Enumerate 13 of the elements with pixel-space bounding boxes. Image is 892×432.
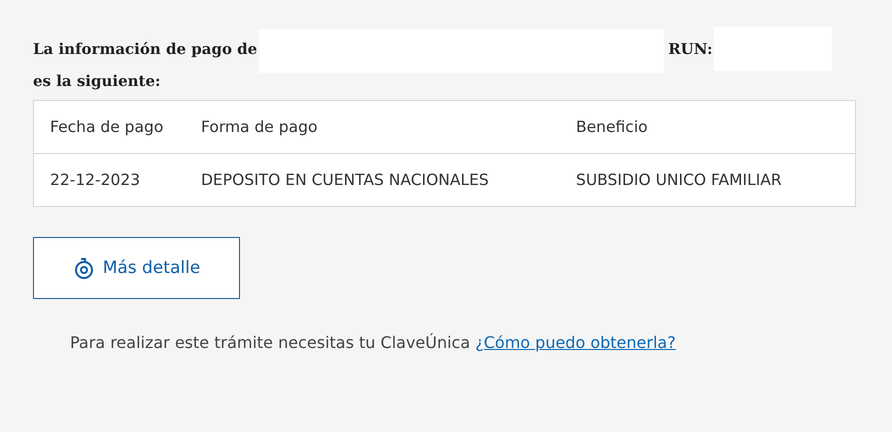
table-cell: DEPOSITO EN CUENTAS NACIONALES bbox=[201, 170, 489, 189]
heading-text: es la siguiente: bbox=[33, 73, 161, 90]
run-label: RUN: bbox=[668, 41, 712, 58]
column-header: Beneficio bbox=[576, 118, 648, 136]
column-header: Fecha de pago bbox=[50, 118, 164, 136]
table-cell: SUBSIDIO UNICO FAMILIAR bbox=[576, 170, 782, 189]
column-header: Forma de pago bbox=[201, 118, 318, 136]
detail-button[interactable]: Más detalle bbox=[33, 237, 240, 300]
heading-text: La información de pago de bbox=[33, 41, 258, 58]
help-link[interactable]: ¿Cómo puedo obtenerla? bbox=[475, 333, 676, 352]
footer-text: Para realizar este trámite necesitas tu ClaveÚnica bbox=[70, 333, 470, 352]
timer-icon bbox=[72, 256, 95, 280]
table-cell: 22-12-2023 bbox=[50, 170, 140, 189]
